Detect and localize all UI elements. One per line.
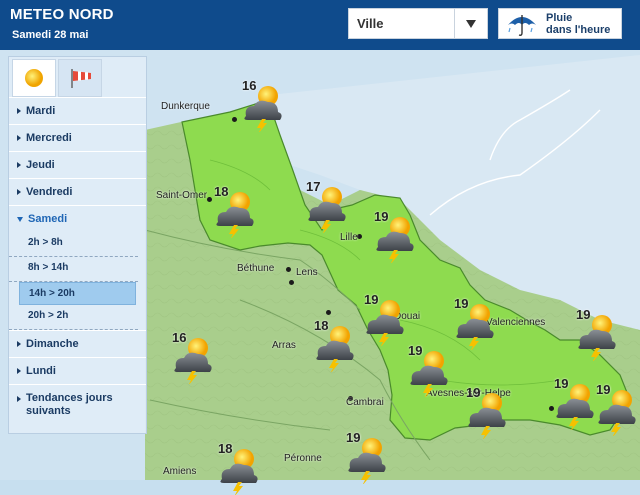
triangle-right-icon bbox=[17, 108, 21, 115]
city-label: Arras bbox=[272, 340, 296, 351]
forecast-marker[interactable]: 19 bbox=[402, 343, 454, 397]
city-label: Saint-Omer bbox=[156, 190, 208, 201]
city-label: Dunkerque bbox=[161, 101, 210, 112]
temperature-label: 17 bbox=[306, 179, 321, 194]
umbrella-icon bbox=[508, 15, 536, 36]
sun-icon bbox=[25, 69, 43, 87]
day-item-jeudi[interactable]: Jeudi bbox=[9, 151, 146, 178]
forecast-marker[interactable]: 19 bbox=[448, 296, 500, 350]
forecast-marker[interactable]: 19 bbox=[590, 382, 640, 436]
forecast-marker[interactable]: 17 bbox=[300, 179, 352, 233]
forecast-marker[interactable]: 18 bbox=[308, 318, 360, 372]
city-dot bbox=[326, 310, 331, 315]
day-item-samedi[interactable]: Samedi bbox=[9, 205, 146, 232]
rain-label-line2: dans l'heure bbox=[546, 24, 611, 36]
city-select-label: Ville bbox=[357, 16, 384, 31]
temperature-label: 19 bbox=[346, 430, 361, 445]
temperature-label: 18 bbox=[218, 441, 233, 456]
city-dot bbox=[286, 267, 291, 272]
day-item-vendredi[interactable]: Vendredi bbox=[9, 178, 146, 205]
day-item-dimanche[interactable]: Dimanche bbox=[9, 330, 146, 357]
city-label: Amiens bbox=[163, 466, 197, 477]
triangle-right-icon bbox=[17, 162, 21, 169]
temperature-label: 19 bbox=[374, 209, 389, 224]
triangle-right-icon bbox=[17, 135, 21, 142]
windsock-icon bbox=[71, 69, 91, 88]
city-label: Lens bbox=[296, 267, 318, 278]
temperature-label: 19 bbox=[454, 296, 469, 311]
weather-view-button[interactable] bbox=[12, 59, 56, 97]
temperature-label: 19 bbox=[554, 376, 569, 391]
temperature-label: 16 bbox=[172, 330, 187, 345]
page-title: METEO NORD bbox=[10, 6, 114, 23]
forecast-marker[interactable]: 16 bbox=[166, 330, 218, 384]
city-label: Péronne bbox=[284, 453, 322, 464]
day-item-lundi[interactable]: Lundi bbox=[9, 357, 146, 384]
temperature-label: 18 bbox=[314, 318, 329, 333]
triangle-right-icon bbox=[17, 189, 21, 196]
rain-hour-button[interactable]: Pluie dans l'heure bbox=[498, 8, 622, 39]
forecast-marker[interactable]: 18 bbox=[212, 441, 264, 495]
temperature-label: 19 bbox=[596, 382, 611, 397]
temperature-label: 19 bbox=[364, 292, 379, 307]
forecast-marker[interactable]: 19 bbox=[368, 209, 420, 263]
time-slot[interactable]: 8h > 14h bbox=[9, 257, 138, 282]
triangle-right-icon bbox=[17, 341, 21, 348]
city-select[interactable]: Ville bbox=[348, 8, 488, 39]
temperature-label: 16 bbox=[242, 78, 257, 93]
forecast-marker[interactable]: 19 bbox=[340, 430, 392, 484]
forecast-marker[interactable]: 16 bbox=[236, 78, 288, 132]
wind-view-button[interactable] bbox=[58, 59, 102, 97]
city-label: Cambrai bbox=[346, 397, 384, 408]
city-dot bbox=[289, 280, 294, 285]
city-label: Lille bbox=[340, 232, 358, 243]
temperature-label: 19 bbox=[408, 343, 423, 358]
triangle-right-icon bbox=[17, 368, 21, 375]
header-bar: METEO NORD Samedi 28 mai Ville Pluie dan… bbox=[0, 0, 640, 50]
day-item-mercredi[interactable]: Mercredi bbox=[9, 124, 146, 151]
day-item-tendances[interactable]: Tendances jours suivants bbox=[9, 384, 146, 424]
forecast-sidebar: Mardi Mercredi Jeudi Vendredi Samedi 2h … bbox=[8, 56, 147, 434]
triangle-right-icon bbox=[17, 396, 21, 402]
forecast-marker[interactable]: 18 bbox=[208, 184, 260, 238]
forecast-marker[interactable]: 19 bbox=[460, 385, 512, 439]
time-slot-selected[interactable]: 14h > 20h bbox=[19, 282, 136, 305]
time-slot[interactable]: 20h > 2h bbox=[9, 305, 138, 330]
day-item-mardi[interactable]: Mardi bbox=[9, 97, 146, 124]
temperature-label: 19 bbox=[466, 385, 481, 400]
temperature-label: 19 bbox=[576, 307, 591, 322]
chevron-down-icon[interactable] bbox=[454, 9, 487, 38]
rain-label-line1: Pluie bbox=[546, 12, 573, 24]
city-label: Béthune bbox=[237, 263, 275, 274]
day-list: Mardi Mercredi Jeudi Vendredi Samedi 2h … bbox=[9, 97, 146, 424]
forecast-marker[interactable]: 19 bbox=[570, 307, 622, 361]
current-date: Samedi 28 mai bbox=[12, 29, 89, 41]
temperature-label: 18 bbox=[214, 184, 229, 199]
forecast-marker[interactable]: 19 bbox=[358, 292, 410, 346]
view-toggle bbox=[9, 57, 146, 97]
triangle-down-icon bbox=[17, 216, 23, 222]
time-slot[interactable]: 2h > 8h bbox=[9, 232, 138, 257]
